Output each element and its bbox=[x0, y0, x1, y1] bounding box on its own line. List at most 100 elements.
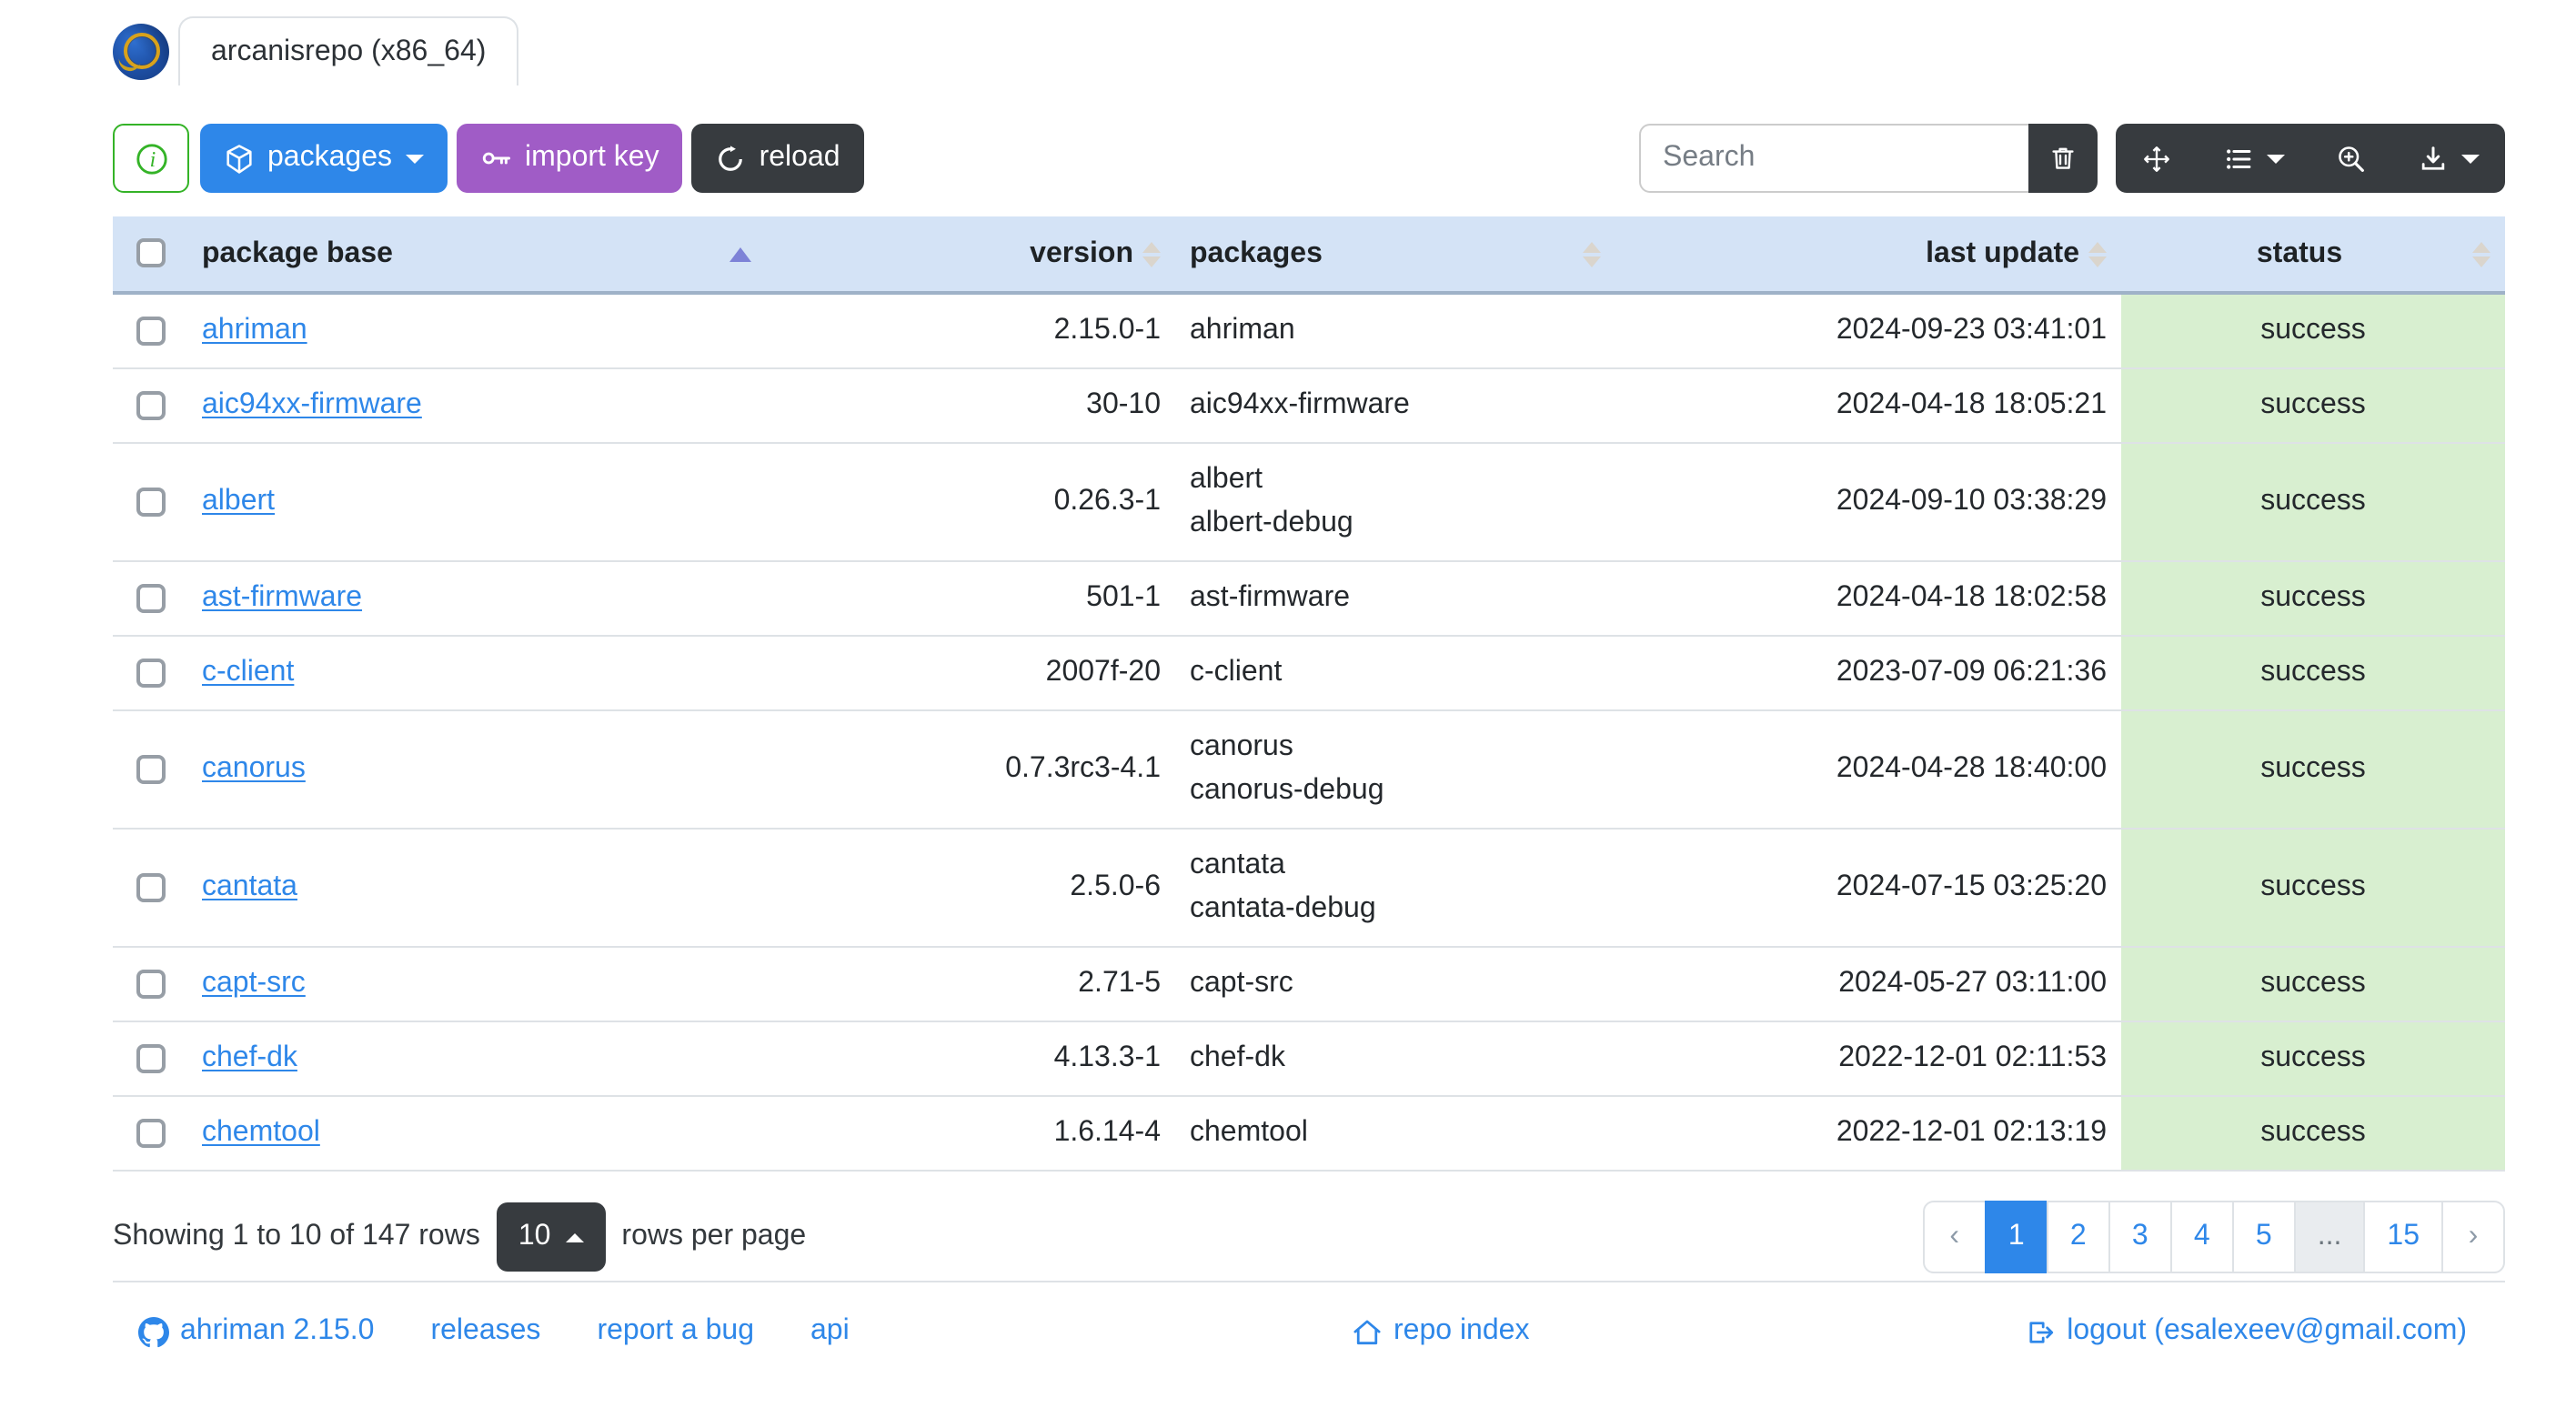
repo-index-label: repo index bbox=[1394, 1315, 1530, 1346]
logout-link[interactable]: logout (esalexeev@gmail.com) bbox=[2025, 1315, 2467, 1348]
last-update-cell: 2022-12-01 02:13:19 bbox=[1615, 1096, 2121, 1172]
table-row: capt-src 2.71-5 capt-src 2024-05-27 03:1… bbox=[113, 947, 2505, 1022]
page-next-button[interactable]: › bbox=[2441, 1201, 2505, 1273]
package-base-link[interactable]: aic94xx-firmware bbox=[202, 389, 422, 420]
packages-cell: chef-dk bbox=[1175, 1021, 1615, 1097]
pagination-detail: Showing 1 to 10 of 147 rows 10 rows per … bbox=[113, 1202, 806, 1272]
version-cell: 2.15.0-1 bbox=[766, 293, 1175, 369]
package-base-link[interactable]: ahriman bbox=[202, 315, 307, 346]
column-header-version[interactable]: version bbox=[766, 216, 1175, 295]
clear-search-button[interactable] bbox=[2028, 124, 2098, 193]
column-header-packages[interactable]: packages bbox=[1175, 216, 1615, 295]
page-button-4[interactable]: 4 bbox=[2169, 1201, 2234, 1273]
last-update-cell: 2024-04-18 18:02:58 bbox=[1615, 561, 2121, 637]
page-size-value: 10 bbox=[518, 1221, 551, 1252]
package-base-link[interactable]: ast-firmware bbox=[202, 582, 362, 613]
column-header-status[interactable]: status bbox=[2121, 216, 2505, 295]
package-base-link[interactable]: chemtool bbox=[202, 1117, 320, 1148]
row-checkbox[interactable] bbox=[136, 487, 165, 517]
row-checkbox[interactable] bbox=[136, 316, 165, 346]
page-button-2[interactable]: 2 bbox=[2046, 1201, 2110, 1273]
home-icon bbox=[1353, 1319, 1381, 1344]
search-input[interactable] bbox=[1639, 124, 2028, 193]
status-cell: success bbox=[2121, 1096, 2505, 1172]
github-version-link[interactable]: ahriman 2.15.0 bbox=[138, 1315, 374, 1348]
packages-cell: c-client bbox=[1175, 636, 1615, 711]
table-header-row: package base version packages last updat… bbox=[113, 216, 2505, 295]
table-row: chemtool 1.6.14-4 chemtool 2022-12-01 02… bbox=[113, 1096, 2505, 1172]
status-cell: success bbox=[2121, 561, 2505, 637]
status-cell: success bbox=[2121, 293, 2505, 369]
repo-index-link[interactable]: repo index bbox=[1352, 1315, 1529, 1348]
toggle-detail-view-button[interactable] bbox=[2310, 124, 2392, 193]
top-bar: arcanisrepo (x86_64) bbox=[113, 0, 2505, 85]
select-all-checkbox[interactable] bbox=[136, 238, 165, 268]
import-key-button-label: import key bbox=[525, 142, 659, 173]
row-checkbox[interactable] bbox=[136, 583, 165, 613]
header-select-all bbox=[113, 216, 187, 295]
version-cell: 1.6.14-4 bbox=[766, 1096, 1175, 1172]
row-checkbox[interactable] bbox=[136, 969, 165, 999]
report-bug-link[interactable]: report a bug bbox=[597, 1315, 754, 1348]
row-checkbox[interactable] bbox=[136, 1043, 165, 1073]
chevron-down-icon bbox=[2267, 154, 2285, 163]
table-row: ast-firmware 501-1 ast-firmware 2024-04-… bbox=[113, 561, 2505, 637]
import-key-button[interactable]: import key bbox=[456, 124, 683, 193]
row-checkbox[interactable] bbox=[136, 754, 165, 784]
package-base-link[interactable]: capt-src bbox=[202, 968, 306, 999]
packages-cell: ast-firmware bbox=[1175, 561, 1615, 637]
packages-dropdown-button[interactable]: packages bbox=[200, 124, 447, 193]
last-update-cell: 2022-12-01 02:11:53 bbox=[1615, 1021, 2121, 1097]
page-button-15[interactable]: 15 bbox=[2363, 1201, 2443, 1273]
page-button-1[interactable]: 1 bbox=[1984, 1201, 2048, 1273]
columns-dropdown-button[interactable] bbox=[2198, 124, 2310, 193]
trash-icon bbox=[2052, 147, 2074, 169]
toggle-fullscreen-button[interactable] bbox=[2116, 124, 2198, 193]
package-base-link[interactable]: canorus bbox=[202, 753, 306, 784]
pagination-bar: Showing 1 to 10 of 147 rows 10 rows per … bbox=[113, 1201, 2505, 1273]
row-checkbox[interactable] bbox=[136, 658, 165, 688]
export-dropdown-button[interactable] bbox=[2392, 124, 2505, 193]
zoom-in-icon bbox=[2339, 146, 2364, 171]
reload-button[interactable]: reload bbox=[691, 124, 864, 193]
status-cell: success bbox=[2121, 443, 2505, 562]
ahriman-logo-icon bbox=[113, 23, 169, 79]
column-header-last-update[interactable]: last update bbox=[1615, 216, 2121, 295]
footer: ahriman 2.15.0 releases report a bug api… bbox=[113, 1304, 2505, 1381]
packages-cell: canorus canorus-debug bbox=[1175, 710, 1615, 830]
package-base-link[interactable]: chef-dk bbox=[202, 1042, 297, 1073]
chevron-up-icon bbox=[565, 1232, 584, 1242]
page-button-3[interactable]: 3 bbox=[2108, 1201, 2172, 1273]
packages-cell: aic94xx-firmware bbox=[1175, 368, 1615, 444]
page-ellipsis: ... bbox=[2293, 1201, 2366, 1273]
fullscreen-move-icon bbox=[2144, 146, 2169, 171]
row-checkbox[interactable] bbox=[136, 872, 165, 902]
info-button[interactable]: i bbox=[113, 124, 189, 193]
api-link[interactable]: api bbox=[810, 1315, 850, 1348]
toolbar-right bbox=[1639, 124, 2505, 193]
footer-links: ahriman 2.15.0 releases report a bug api bbox=[138, 1315, 850, 1348]
package-base-link[interactable]: c-client bbox=[202, 657, 294, 688]
table-row: chef-dk 4.13.3-1 chef-dk 2022-12-01 02:1… bbox=[113, 1021, 2505, 1097]
search-group bbox=[1639, 124, 2098, 193]
status-cell: success bbox=[2121, 947, 2505, 1022]
columns-list-icon bbox=[2227, 148, 2251, 168]
last-update-cell: 2024-05-27 03:11:00 bbox=[1615, 947, 2121, 1022]
page-size-dropdown-button[interactable]: 10 bbox=[496, 1202, 606, 1272]
row-checkbox[interactable] bbox=[136, 390, 165, 420]
releases-link[interactable]: releases bbox=[430, 1315, 540, 1348]
column-header-package-base[interactable]: package base bbox=[187, 216, 766, 295]
pagination-summary: Showing 1 to 10 of 147 rows bbox=[113, 1221, 480, 1252]
row-checkbox[interactable] bbox=[136, 1118, 165, 1148]
page-button-5[interactable]: 5 bbox=[2231, 1201, 2296, 1273]
package-base-link[interactable]: cantata bbox=[202, 871, 297, 902]
page-prev-button[interactable]: ‹ bbox=[1922, 1201, 1987, 1273]
packages-cell: ahriman bbox=[1175, 293, 1615, 369]
sort-both-icon bbox=[1583, 241, 1601, 266]
tab-repository[interactable]: arcanisrepo (x86_64) bbox=[178, 16, 519, 85]
svg-text:i: i bbox=[149, 147, 156, 171]
packages-button-label: packages bbox=[267, 142, 392, 173]
package-base-link[interactable]: albert bbox=[202, 486, 275, 517]
status-cell: success bbox=[2121, 1021, 2505, 1097]
version-cell: 501-1 bbox=[766, 561, 1175, 637]
